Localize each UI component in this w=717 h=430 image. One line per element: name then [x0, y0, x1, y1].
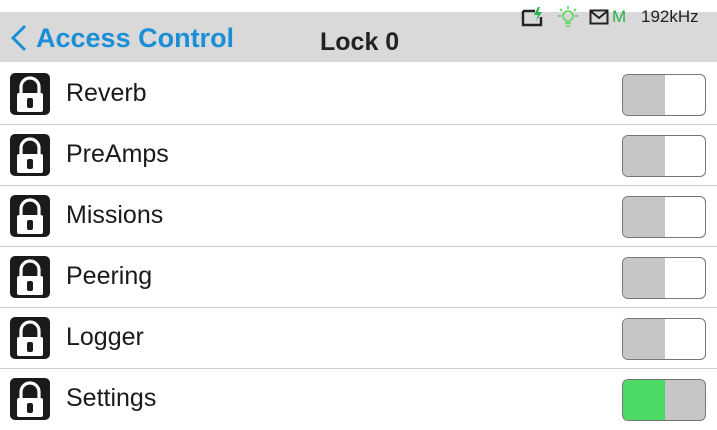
- toggle-switch[interactable]: [622, 379, 706, 421]
- toggle-switch[interactable]: [622, 196, 706, 238]
- toggle-switch[interactable]: [622, 135, 706, 177]
- list-item-preamps: PreAmps: [0, 125, 717, 186]
- item-label: Settings: [66, 384, 157, 412]
- item-label: Peering: [66, 262, 153, 290]
- back-button[interactable]: Access Control: [10, 20, 234, 56]
- lightbulb-icon: [557, 2, 579, 32]
- mode-indicator: M: [612, 7, 627, 26]
- toggle-switch[interactable]: [622, 318, 706, 360]
- lock-icon: [10, 317, 50, 359]
- toggle-switch[interactable]: [622, 74, 706, 116]
- lock-icon: [10, 378, 50, 420]
- lock-icon: [10, 195, 50, 237]
- back-label: Access Control: [36, 22, 235, 53]
- mail-icon: [589, 2, 609, 32]
- item-label: Logger: [66, 323, 144, 351]
- lock-list: Reverb PreAmps Missions Peering Logger S…: [0, 64, 717, 430]
- header: Access Control Lock 0 M 192kHz: [0, 0, 717, 62]
- sample-rate: 192kHz: [641, 7, 699, 26]
- lock-icon: [10, 73, 50, 115]
- chevron-left-icon: [10, 24, 27, 52]
- toggle-switch[interactable]: [622, 257, 706, 299]
- lock-icon: [10, 134, 50, 176]
- battery-charging-icon: [521, 2, 545, 32]
- lock-icon: [10, 256, 50, 298]
- list-item-logger: Logger: [0, 308, 717, 369]
- item-label: Missions: [66, 201, 164, 229]
- list-item-peering: Peering: [0, 247, 717, 308]
- item-label: Reverb: [66, 79, 147, 107]
- list-item-reverb: Reverb: [0, 64, 717, 125]
- page-title: Lock 0: [320, 28, 400, 56]
- list-item-missions: Missions: [0, 186, 717, 247]
- item-label: PreAmps: [66, 140, 169, 168]
